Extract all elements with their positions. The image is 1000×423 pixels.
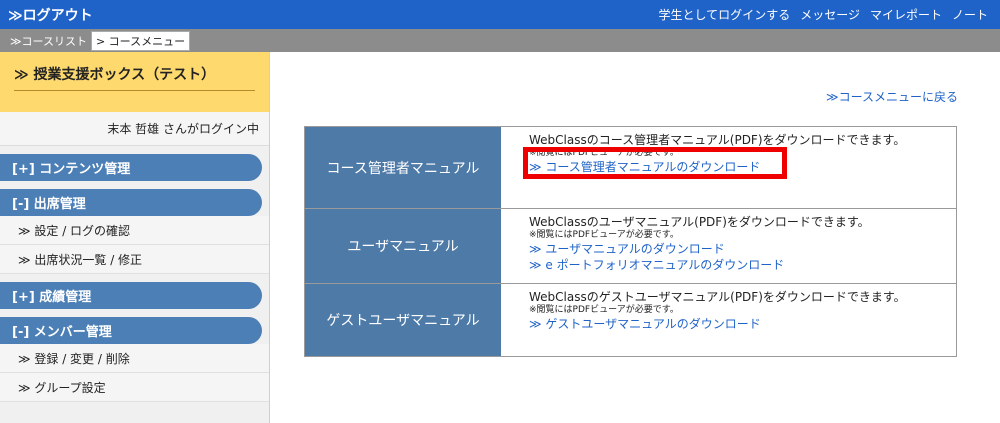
notes-link[interactable]: ノート (952, 6, 988, 23)
guest-manual-download-link[interactable]: ≫ ゲストユーザマニュアルのダウンロード (529, 316, 948, 332)
table-row: ユーザマニュアル WebClassのユーザマニュアル(PDF)をダウンロードでき… (305, 209, 956, 284)
sidebar-section-content: [+] コンテンツ管理 (0, 154, 269, 181)
sidebar-item-attendance-list[interactable]: ≫ 出席状況一覧 / 修正 (0, 245, 269, 274)
course-box: ≫ 授業支援ボックス（テスト） (0, 52, 269, 112)
login-user-status: 末本 哲雄 さんがログイン中 (0, 112, 269, 146)
eportfolio-manual-download-link[interactable]: ≫ e ポートフォリオマニュアルのダウンロード (529, 257, 948, 273)
sidebar-head-content-management[interactable]: [+] コンテンツ管理 (0, 154, 262, 181)
logout-link[interactable]: ≫ログアウト (8, 5, 93, 25)
row-label-guest-manual: ゲストユーザマニュアル (305, 284, 501, 356)
sidebar-head-member-management[interactable]: [-] メンバー管理 (0, 317, 262, 344)
table-row: コース管理者マニュアル WebClassのコース管理者マニュアル(PDF)をダウ… (305, 127, 956, 209)
breadcrumb-course-list[interactable]: ≫コースリスト (10, 33, 87, 49)
manual-table: コース管理者マニュアル WebClassのコース管理者マニュアル(PDF)をダウ… (304, 126, 957, 357)
main-content: ≫コースメニューに戻る コース管理者マニュアル WebClassのコース管理者マ… (271, 52, 1000, 423)
breadcrumb: ≫コースリスト > コースメニュー (0, 29, 1000, 52)
sidebar-section-members: [-] メンバー管理 ≫ 登録 / 変更 / 削除 ≫ グループ設定 (0, 317, 269, 402)
course-title[interactable]: ≫ 授業支援ボックス（テスト） (14, 64, 255, 91)
guest-manual-note: ※閲覧にはPDFビューアが必要です。 (529, 305, 679, 315)
row-label-admin-manual: コース管理者マニュアル (305, 127, 501, 208)
sidebar: ≫ 授業支援ボックス（テスト） 末本 哲雄 さんがログイン中 [+] コンテンツ… (0, 52, 270, 423)
row-content-user-manual: WebClassのユーザマニュアル(PDF)をダウンロードできます。 ※閲覧には… (501, 209, 956, 283)
my-report-link[interactable]: マイレポート (870, 6, 942, 23)
sidebar-section-grades: [+] 成績管理 (0, 282, 269, 309)
table-row: ゲストユーザマニュアル WebClassのゲストユーザマニュアル(PDF)をダウ… (305, 284, 956, 356)
guest-manual-description: WebClassのゲストユーザマニュアル(PDF)をダウンロードできます。 (529, 290, 906, 304)
sidebar-section-attendance: [-] 出席管理 ≫ 設定 / ログの確認 ≫ 出席状況一覧 / 修正 (0, 189, 269, 274)
sidebar-item-group-settings[interactable]: ≫ グループ設定 (0, 373, 269, 402)
admin-manual-download-link[interactable]: ≫ コース管理者マニュアルのダウンロード (529, 159, 948, 175)
sidebar-head-grade-management[interactable]: [+] 成績管理 (0, 282, 262, 309)
user-manual-download-link[interactable]: ≫ ユーザマニュアルのダウンロード (529, 241, 948, 257)
top-bar: ≫ログアウト 学生としてログインする メッセージ マイレポート ノート (0, 0, 1000, 29)
back-to-course-menu-link[interactable]: ≫コースメニューに戻る (826, 88, 958, 105)
row-label-user-manual: ユーザマニュアル (305, 209, 501, 283)
sidebar-item-member-register[interactable]: ≫ 登録 / 変更 / 削除 (0, 344, 269, 373)
user-manual-description: WebClassのユーザマニュアル(PDF)をダウンロードできます。 (529, 215, 870, 229)
admin-manual-description: WebClassのコース管理者マニュアル(PDF)をダウンロードできます。 (529, 133, 906, 147)
messages-link[interactable]: メッセージ (800, 6, 860, 23)
top-links: 学生としてログインする メッセージ マイレポート ノート (659, 6, 992, 23)
user-manual-note: ※閲覧にはPDFビューアが必要です。 (529, 230, 679, 240)
breadcrumb-current-course-menu: > コースメニュー (90, 30, 191, 51)
sidebar-item-attendance-settings[interactable]: ≫ 設定 / ログの確認 (0, 216, 269, 245)
sidebar-head-attendance-management[interactable]: [-] 出席管理 (0, 189, 262, 216)
admin-manual-note: ※閲覧にはPDFビューアが必要です。 (529, 148, 679, 158)
row-content-guest-manual: WebClassのゲストユーザマニュアル(PDF)をダウンロードできます。 ※閲… (501, 284, 956, 356)
login-as-student-link[interactable]: 学生としてログインする (659, 6, 791, 23)
row-content-admin-manual: WebClassのコース管理者マニュアル(PDF)をダウンロードできます。 ※閲… (501, 127, 956, 208)
